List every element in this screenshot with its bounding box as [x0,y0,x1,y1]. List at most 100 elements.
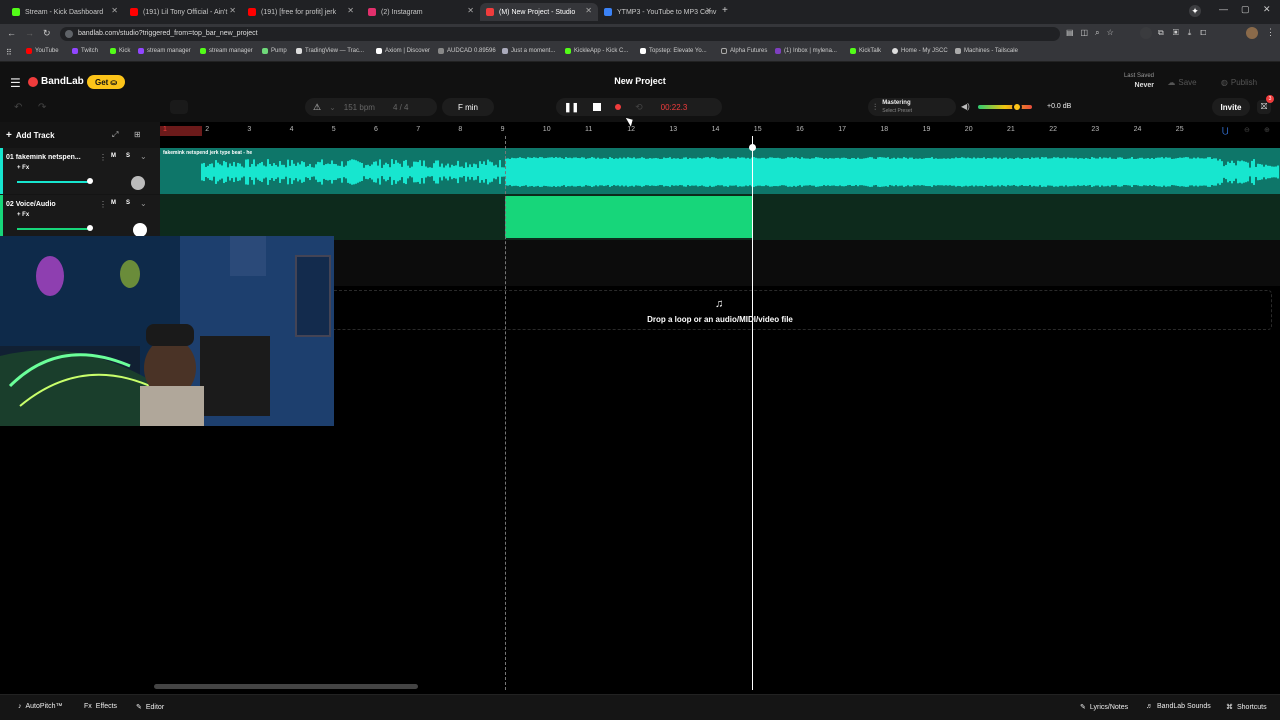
bookmark-youtube[interactable]: YouTube [26,48,59,54]
bpm-value[interactable]: 151 bpm [344,103,375,112]
tab-kick-dashboard[interactable]: Stream - Kick Dashboard ✕ [6,3,124,21]
profile-avatar[interactable] [1246,27,1258,39]
shortcuts-button[interactable]: ⌘ Shortcuts [1226,703,1267,712]
track-volume-knob[interactable] [87,178,93,184]
close-window-icon[interactable]: ✕ [1263,4,1271,15]
bookmark-kick[interactable]: Kick [110,48,130,54]
get-membership-button[interactable]: Get ⛀ [87,75,125,89]
solo-button[interactable]: S [126,200,130,206]
bookmark-pump[interactable]: Pump [262,48,287,54]
bookmark-twitch[interactable]: Twitch [72,48,98,54]
bookmark-kickleapp[interactable]: KickleApp - Kick C... [565,48,628,54]
volume-knob[interactable] [1011,102,1022,112]
tab-ytmp3[interactable]: YTMP3 - YouTube to MP3 Conv ✕ [598,3,718,21]
toolbar-icons[interactable]: ⧉▣⤓⧠ [1158,28,1215,38]
close-icon[interactable]: ✕ [585,6,592,15]
chevron-down-icon[interactable]: ⌄ [140,199,147,208]
bookmark-audcad[interactable]: AUDCAD 0.89596 [438,48,496,54]
solo-button[interactable]: S [126,153,130,159]
mute-button[interactable]: M [111,200,116,206]
new-tab-icon[interactable]: + [722,5,728,16]
extensions-star-icon[interactable]: ✦ [1189,5,1201,17]
record-icon[interactable] [615,104,622,110]
maximize-icon[interactable]: ▢ [1241,4,1250,15]
mute-button[interactable]: M [111,153,116,159]
bookmark-stream-manager-2[interactable]: stream manager [200,48,253,54]
tab-youtube-1[interactable]: (191) Lil Tony Official - Ain't ✕ [124,3,242,21]
master-volume-slider[interactable] [978,102,1032,112]
zoom-in-icon[interactable]: ⊕ [1264,126,1270,134]
key-selector[interactable]: F min [442,98,494,116]
zoom-out-icon[interactable]: ⊖ [1244,126,1250,134]
reload-icon[interactable]: ↻ [43,28,51,39]
automation-icon[interactable]: ⤢ [112,130,118,140]
timeline-ruler[interactable]: 1 2 3 4 5 6 7 8 9 10 11 12 13 14 15 16 17 18 19 20 21 22 23 24 2… [160,126,1280,138]
tab-youtube-2[interactable]: (191) [free for profit] jerk ✕ [242,3,360,21]
undo-icon[interactable]: ↶ [14,102,22,113]
chevron-down-icon[interactable]: ⌄ [329,103,336,112]
close-icon[interactable]: ✕ [705,6,712,15]
playhead-handle[interactable] [749,144,756,151]
stop-icon[interactable] [593,103,602,111]
hamburger-menu-icon[interactable]: ☰ [10,76,21,90]
bookmark-inbox[interactable]: (1) Inbox | mylena... [775,48,837,54]
apps-grid-icon[interactable]: ⠿ [6,48,12,57]
bookmark-tradingview[interactable]: TradingView — Trac... [296,48,364,54]
url-field[interactable]: bandlab.com/studio?triggered_from=top_ba… [60,27,1060,41]
track-name[interactable]: 01 fakemink netspen... [6,154,98,161]
add-fx-button[interactable]: + Fx [17,212,29,218]
audio-region-1[interactable] [160,148,1280,194]
track-menu-icon[interactable]: ⋮ [99,153,107,162]
track-menu-icon[interactable]: ⋮ [99,200,107,209]
track-volume-slider[interactable] [17,228,89,230]
tab-bandlab-studio[interactable]: (M) New Project - Studio ✕ [480,3,598,21]
track-volume-slider[interactable] [17,181,89,183]
close-icon[interactable]: ✕ [467,6,474,15]
close-icon[interactable]: ✕ [229,6,236,15]
track-header-1[interactable]: 01 fakemink netspen... ⋮ M S ⌄ + Fx [0,148,160,194]
bookmark-topstep[interactable]: Topstep: Elevate Yo... [640,48,707,54]
minimize-icon[interactable]: — [1219,4,1228,14]
effects-button[interactable]: Fx Effects [84,703,117,710]
track-header-2[interactable]: 02 Voice/Audio ⋮ M S ⌄ + Fx [0,195,160,241]
bookmark-kicktalk[interactable]: KickTalk [850,48,881,54]
invite-button[interactable]: Invite [1212,98,1250,116]
magnet-snap-icon[interactable]: ⋃ [1222,126,1229,135]
bookmark-just-a-moment[interactable]: Just a moment... [502,48,555,54]
autopitch-button[interactable]: ♪ AutoPitch™ [18,703,62,710]
address-bar-action-icons[interactable]: ▤◫⌕☆ [1066,28,1121,38]
close-icon[interactable]: ✕ [111,6,118,15]
redo-icon[interactable]: ↷ [38,102,46,113]
editor-button[interactable]: ✎ Editor [136,703,164,712]
bandlab-logo[interactable]: BandLab [28,76,84,87]
horizontal-scrollbar[interactable] [154,684,418,689]
forward-icon[interactable]: → [25,28,34,38]
tab-instagram[interactable]: (2) Instagram ✕ [362,3,480,21]
loop-icon[interactable]: ⟲ [635,102,643,113]
back-icon[interactable]: ← [7,28,16,38]
publish-button[interactable]: ◍ Publish [1214,75,1264,89]
view-toggle-icon[interactable] [170,100,188,114]
pause-icon[interactable]: ❚❚ [564,102,579,113]
save-button[interactable]: ☁ Save [1162,75,1202,89]
track-name[interactable]: 02 Voice/Audio [6,201,56,208]
audio-region-2-recording[interactable] [505,196,753,238]
add-fx-button[interactable]: + Fx [17,165,29,171]
speaker-icon[interactable]: ◀) [961,102,970,111]
mastering-button[interactable]: ⫶ Mastering Select Preset [868,98,956,116]
bookmark-myjscc[interactable]: Home - My JSCC [892,48,948,54]
add-track-button[interactable]: + Add Track [6,128,66,143]
pan-knob[interactable] [131,176,145,190]
site-info-icon[interactable] [65,30,73,38]
track-volume-knob[interactable] [87,225,93,231]
bookmark-tailscale[interactable]: Machines - Tailscale [955,48,1018,54]
bookmark-axiom[interactable]: Axiom | Discover [376,48,430,54]
bookmark-stream-manager-1[interactable]: stream manager [138,48,191,54]
metronome-icon[interactable]: ⚠ [313,102,321,113]
drop-zone[interactable] [330,290,1272,330]
extension-icon[interactable] [1140,27,1152,39]
bandlab-sounds-button[interactable]: ♬ BandLab Sounds [1146,703,1211,710]
menu-dots-icon[interactable]: ⋮ [1266,27,1275,38]
track-settings-icon[interactable]: ⊞ [134,130,141,139]
lyrics-notes-button[interactable]: ✎ Lyrics/Notes [1080,703,1128,712]
